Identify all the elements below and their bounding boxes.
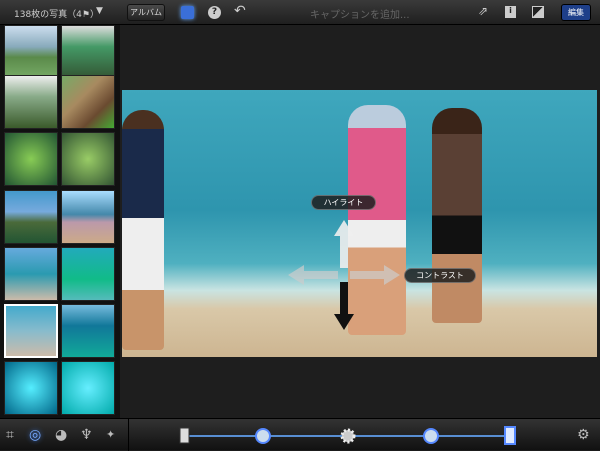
person [122, 110, 164, 350]
white-point-handle[interactable] [504, 426, 516, 445]
grid-icon[interactable] [181, 6, 194, 19]
shadows-handle[interactable] [255, 428, 271, 444]
dropdown-icon[interactable]: ▼ [96, 6, 103, 16]
compare-icon[interactable] [532, 6, 544, 18]
thumbnail[interactable] [4, 132, 58, 186]
exposure-icon[interactable]: ◎ [29, 427, 41, 443]
share-icon[interactable]: ⇗ [478, 4, 488, 18]
black-point-handle[interactable] [179, 427, 190, 444]
edit-button[interactable]: 編集 [561, 4, 591, 21]
photo-count: 138枚の写真（4⚑） [14, 10, 99, 20]
thumbnail[interactable] [4, 361, 58, 415]
album-button[interactable]: アルバム [127, 4, 165, 21]
adjust-arrows-icon[interactable] [284, 218, 404, 333]
person [432, 108, 482, 323]
top-bar: 138枚の写真（4⚑） ▼ アルバム ? ↶ キャプションを追加... ⇗ i … [0, 0, 600, 25]
brushes-icon[interactable]: ♆ [80, 427, 93, 443]
help-icon[interactable]: ? [208, 6, 221, 19]
thumbnail-selected[interactable] [4, 304, 58, 358]
caption-field[interactable]: キャプションを追加... [310, 6, 410, 21]
contrast-label: コントラスト [404, 268, 476, 283]
divider [128, 419, 129, 451]
thumbnail[interactable] [4, 75, 58, 129]
arrow-left [288, 265, 338, 285]
highlights-handle[interactable] [423, 428, 439, 444]
color-icon[interactable]: ◕ [55, 427, 67, 443]
effects-icon[interactable]: ✦ [106, 427, 115, 443]
thumbnail[interactable] [4, 247, 58, 301]
thumbnail[interactable] [61, 247, 115, 301]
arrow-up [334, 220, 354, 268]
thumbnail[interactable] [61, 361, 115, 415]
thumbnail[interactable] [61, 25, 115, 79]
undo-icon[interactable]: ↶ [234, 3, 246, 19]
thumbnail[interactable] [4, 25, 58, 79]
arrow-down [334, 282, 354, 330]
crop-icon[interactable]: ⌗ [6, 427, 14, 443]
thumbnail-sidebar[interactable] [0, 25, 120, 418]
info-icon[interactable]: i [505, 6, 516, 18]
thumbnail[interactable] [61, 190, 115, 244]
gear-icon[interactable]: ⚙ [577, 427, 590, 443]
arrow-right [350, 265, 400, 285]
highlight-label: ハイライト [311, 195, 376, 210]
brightness-handle[interactable] [340, 428, 356, 444]
exposure-slider[interactable] [176, 420, 524, 450]
thumbnail[interactable] [61, 75, 115, 129]
thumbnail[interactable] [61, 304, 115, 358]
thumbnail[interactable] [61, 132, 115, 186]
thumbnail[interactable] [4, 190, 58, 244]
